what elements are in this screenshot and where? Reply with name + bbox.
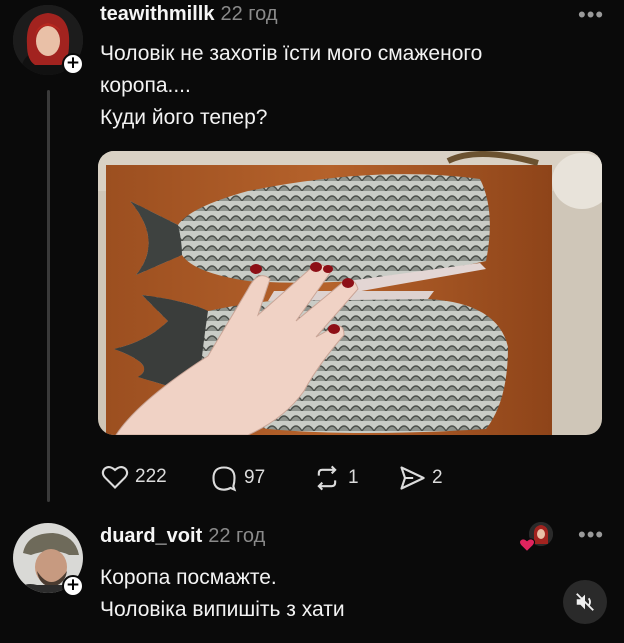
post-time: 22 год — [220, 3, 278, 25]
reply-count: 97 — [244, 467, 266, 488]
post-text: Чоловік не захотів їсти мого смаженого к… — [100, 38, 482, 134]
repost-icon — [317, 465, 337, 491]
follow-plus-button[interactable]: + — [62, 575, 84, 597]
post-text-line: Чоловік не захотів їсти мого смаженого — [100, 42, 483, 65]
post-more-icon[interactable]: ••• — [578, 2, 604, 28]
post-username[interactable]: teawithmillk — [100, 3, 214, 25]
heart-icon — [101, 466, 129, 489]
share-action[interactable]: 2 — [398, 464, 443, 492]
thread-line — [47, 90, 50, 502]
follow-plus-button[interactable]: + — [62, 53, 84, 75]
reply-more-icon[interactable]: ••• — [578, 522, 604, 548]
reply-username[interactable]: duard_voit — [100, 525, 202, 547]
comment-icon — [212, 466, 237, 492]
share-count: 2 — [432, 467, 443, 488]
post-text-line: коропа.... — [100, 74, 191, 97]
reply-text: Коропа посмажте. Чоловіка випишіть з хат… — [100, 562, 345, 626]
repost-count: 1 — [348, 467, 359, 488]
liked-heart-icon — [518, 537, 536, 558]
speaker-muted-icon — [576, 593, 594, 611]
reply-time: 22 год — [208, 525, 266, 547]
like-count: 222 — [135, 466, 167, 487]
reply-text-line: Чоловіка випишіть з хати — [100, 598, 345, 621]
repost-action[interactable]: 1 — [312, 464, 359, 492]
like-action[interactable]: 222 — [101, 464, 167, 490]
reply-header: duard_voit 22 год — [100, 525, 265, 548]
send-icon — [400, 466, 425, 490]
mute-button[interactable] — [563, 580, 607, 624]
reply-text-line: Коропа посмажте. — [100, 566, 277, 589]
post-text-line: Куди його тепер? — [100, 106, 268, 129]
post-image[interactable] — [98, 151, 602, 435]
post-header: teawithmillk 22 год — [100, 3, 278, 26]
reply-action[interactable]: 97 — [210, 464, 265, 492]
